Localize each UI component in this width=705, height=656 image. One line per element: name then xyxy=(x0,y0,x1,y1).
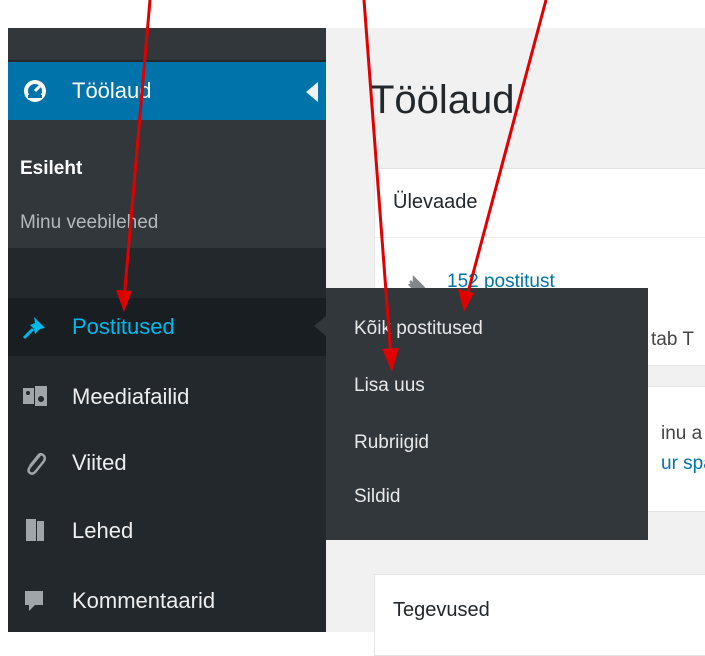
annotation-arrow xyxy=(116,0,152,312)
annotation-arrow xyxy=(362,0,399,372)
annotation-arrow xyxy=(458,0,548,312)
annotation-arrows xyxy=(116,0,548,372)
